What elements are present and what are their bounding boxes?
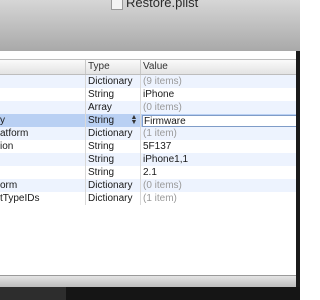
row-value[interactable]: (0 items)	[143, 179, 293, 192]
column-divider	[140, 153, 141, 166]
row-type[interactable]: String	[88, 153, 138, 166]
row-type[interactable]: Dictionary	[88, 192, 138, 205]
window-bottom-bar	[0, 275, 296, 287]
table-header: Type Value	[0, 59, 300, 75]
column-divider	[85, 127, 86, 140]
row-type[interactable]: Array	[88, 101, 138, 114]
background-edge	[296, 51, 300, 300]
table-row[interactable]: String 2.1	[0, 166, 300, 179]
table-row[interactable]: y String ▲ ▼ Firmware	[0, 114, 300, 127]
type-popup-arrows-icon[interactable]: ▲ ▼	[130, 114, 138, 126]
table-rows: Dictionary (9 items) String iPhone Array (0 i…	[0, 75, 300, 205]
table-row[interactable]: String iPhone	[0, 88, 300, 101]
column-divider[interactable]	[85, 60, 86, 74]
column-divider	[140, 114, 141, 127]
row-type[interactable]: Dictionary	[88, 127, 138, 140]
row-value[interactable]: (1 item)	[143, 192, 293, 205]
column-divider	[85, 179, 86, 192]
table-row[interactable]: String iPhone1,1	[0, 153, 300, 166]
row-value[interactable]: (1 item)	[143, 127, 293, 140]
document-icon	[111, 0, 123, 10]
row-key: ion	[0, 141, 14, 152]
table-row[interactable]: ion String 5F137	[0, 140, 300, 153]
desktop-background-panel	[0, 287, 66, 300]
table-row[interactable]: orm Dictionary (0 items)	[0, 179, 300, 192]
column-divider[interactable]	[140, 60, 141, 74]
row-key: orm	[0, 180, 18, 191]
row-key: atform	[0, 128, 29, 139]
row-value[interactable]: 2.1	[143, 166, 293, 179]
window-title: Restore.plist	[126, 0, 199, 10]
row-type[interactable]: Dictionary	[88, 75, 138, 88]
row-key: y	[0, 115, 5, 126]
window-titlebar: Restore.plist	[0, 0, 300, 52]
column-divider	[140, 140, 141, 153]
column-divider	[140, 88, 141, 101]
row-value[interactable]: (9 items)	[143, 75, 293, 88]
column-divider	[140, 179, 141, 192]
column-divider	[140, 166, 141, 179]
table-row[interactable]: tTypeIDs Dictionary (1 item)	[0, 192, 300, 205]
column-divider	[85, 75, 86, 88]
row-key: tTypeIDs	[0, 193, 40, 204]
row-value[interactable]: iPhone	[143, 88, 293, 101]
column-divider	[85, 101, 86, 114]
column-divider	[140, 192, 141, 205]
column-divider	[85, 166, 86, 179]
column-divider	[140, 101, 141, 114]
row-type[interactable]: String	[88, 166, 138, 179]
row-value[interactable]: 5F137	[143, 140, 293, 153]
table-row[interactable]: atform Dictionary (1 item)	[0, 127, 300, 140]
row-value[interactable]: (0 items)	[143, 101, 293, 114]
column-divider	[140, 75, 141, 88]
column-divider	[85, 140, 86, 153]
column-divider	[85, 88, 86, 101]
desktop-background	[0, 287, 300, 300]
table-row[interactable]: Dictionary (9 items)	[0, 75, 300, 88]
row-type[interactable]: String	[88, 88, 138, 101]
plist-table: Type Value Dictionary (9 items) String iPho…	[0, 51, 300, 275]
row-type[interactable]: Dictionary	[88, 179, 138, 192]
column-divider	[85, 114, 86, 127]
column-header-type[interactable]: Type	[88, 60, 110, 74]
column-divider	[140, 127, 141, 140]
column-header-value[interactable]: Value	[143, 60, 168, 74]
row-type[interactable]: String	[88, 140, 138, 153]
table-row[interactable]: Array (0 items)	[0, 101, 300, 114]
column-divider	[85, 153, 86, 166]
row-value[interactable]: iPhone1,1	[143, 153, 293, 166]
value-edit-field[interactable]: Firmware	[142, 115, 298, 127]
column-divider	[85, 192, 86, 205]
